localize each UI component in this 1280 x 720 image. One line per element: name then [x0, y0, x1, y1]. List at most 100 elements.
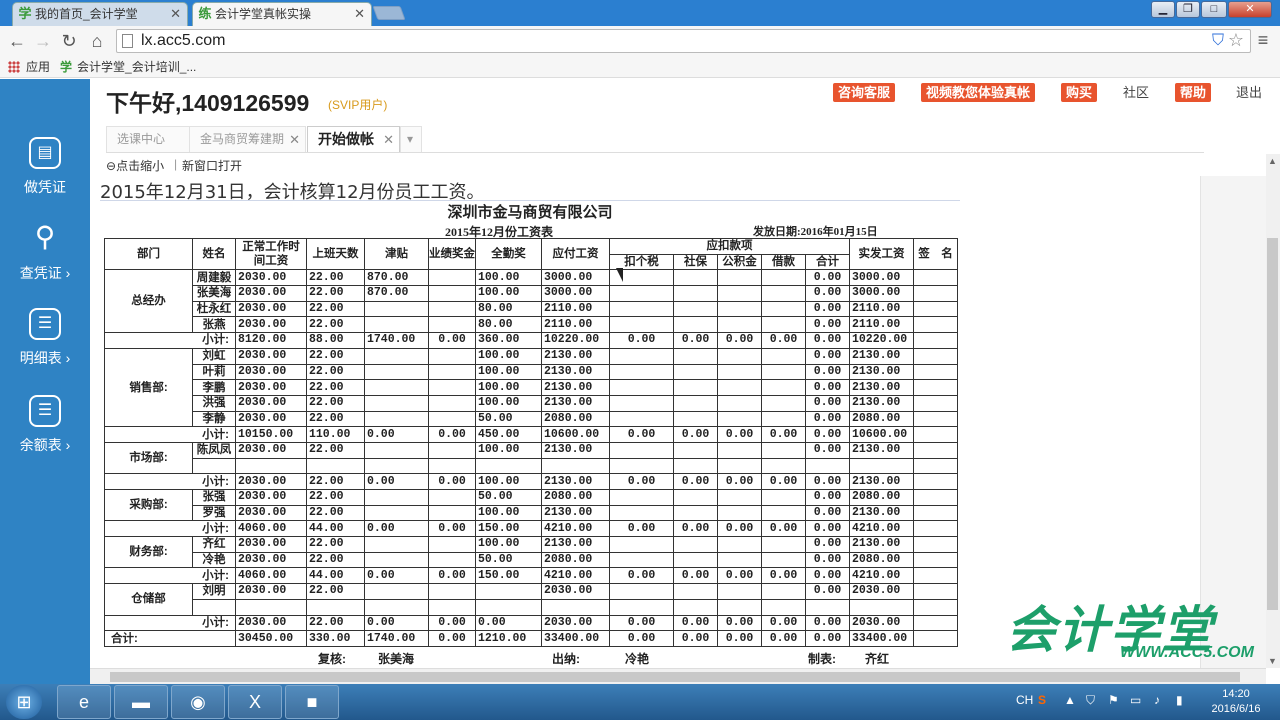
star-icon[interactable]: ☆	[1228, 30, 1244, 51]
dept-cell: 采购部:	[104, 488, 193, 522]
cell-payable: 10600.00	[541, 426, 610, 443]
cell-allowance: 0.00	[364, 567, 429, 585]
subtotal-row: 小计: 2030.00 22.00 0.00 0.00 100.00 2130.00 0.00…	[104, 473, 958, 490]
browser-tab-practice[interactable]: 练 会计学堂真帐实操 ✕	[192, 2, 372, 26]
cell-base: 2030.00	[235, 473, 307, 490]
volume-icon[interactable]: ♪	[1154, 693, 1160, 707]
video-guide-button[interactable]: 视频教您体验真帐	[921, 83, 1036, 102]
scroll-down-icon[interactable]: ▼	[1268, 656, 1277, 666]
cell-actual: 2110.00	[849, 300, 914, 318]
shield-icon[interactable]: ⛉	[1212, 32, 1224, 50]
new-tab-button[interactable]	[372, 6, 406, 20]
network-icon[interactable]: ▭	[1130, 693, 1141, 707]
cell-tax	[609, 457, 674, 475]
cell-total: 0.00	[805, 583, 850, 600]
cell-payable: 33400.00	[541, 630, 610, 647]
camera-icon[interactable]: ■	[285, 685, 339, 719]
table-row: 财务部: 齐红 2030.00 22.00 100.00 2130.00 0.00 2130.…	[104, 536, 958, 569]
system-clock[interactable]: 14:20 2016/6/16	[1200, 687, 1272, 717]
cell-social	[673, 363, 718, 381]
cell-attend: 360.00	[475, 332, 542, 349]
sidebar-item-detail-ledger[interactable]: ☰ 明细表 ›	[0, 308, 90, 388]
bookmark-apps[interactable]: 应用	[8, 57, 50, 77]
cell-total: 0.00	[805, 551, 850, 569]
tray-expand-icon[interactable]: ▲	[1064, 693, 1076, 707]
cell-base: 2030.00	[235, 269, 307, 287]
cell-perf	[428, 394, 476, 412]
tab-course-center[interactable]: 选课中心	[106, 126, 190, 153]
cell-actual: 2030.00	[849, 583, 914, 600]
start-button[interactable]: ⊞	[6, 685, 42, 719]
cell-payable: 3000.00	[541, 269, 610, 287]
help-button[interactable]: 帮助	[1175, 83, 1212, 102]
cell-days: 22.00	[306, 269, 365, 287]
cell-loan	[761, 347, 806, 365]
cell-social	[673, 457, 718, 475]
window-close-button[interactable]: ✕	[1228, 1, 1272, 18]
tab-start-bookkeeping[interactable]: 开始做帐 ✕	[307, 126, 400, 153]
subtotal-label: 小计:	[104, 520, 236, 538]
cell-fund	[717, 379, 762, 396]
scrollbar-thumb[interactable]	[1267, 238, 1278, 610]
cell-social	[673, 441, 718, 459]
ie-icon[interactable]: e	[57, 685, 111, 719]
cell-days: 22.00	[306, 473, 365, 490]
close-icon[interactable]: ✕	[170, 3, 181, 25]
close-icon[interactable]: ✕	[289, 127, 300, 152]
cell-perf	[428, 363, 476, 381]
scrollbar-thumb[interactable]	[110, 672, 1240, 682]
customer-service-button[interactable]: 咨询客服	[833, 83, 896, 102]
maximize-button[interactable]: □	[1201, 1, 1227, 18]
community-link[interactable]: 社区	[1123, 83, 1149, 102]
logout-link[interactable]: 退出	[1236, 83, 1262, 102]
forward-icon[interactable]: →	[32, 30, 54, 52]
cell-payable: 4210.00	[541, 567, 610, 585]
cell-days: 44.00	[306, 520, 365, 538]
signal-icon[interactable]: ▮	[1176, 693, 1183, 707]
cell-sign	[913, 285, 958, 302]
reload-icon[interactable]: ↻	[58, 30, 80, 52]
cell-allowance: 0.00	[364, 473, 429, 490]
cell-payable: 2030.00	[541, 614, 610, 632]
sidebar-item-balance-sheet[interactable]: ☰ 余额表 ›	[0, 395, 90, 475]
employee-name-cell: 张美海	[192, 285, 236, 302]
sidebar-item-search-voucher[interactable]: ⚲ 查凭证 ›	[0, 223, 90, 303]
bookmark-acc5[interactable]: 学会计学堂_会计培训_...	[60, 57, 196, 77]
home-icon[interactable]: ⌂	[86, 30, 108, 52]
sidebar-item-make-voucher[interactable]: ▤ 做凭证	[0, 137, 90, 217]
cell-attend	[475, 598, 542, 616]
url-bar[interactable]: lx.acc5.com ⛉ ☆	[116, 29, 1251, 53]
tab-preparation-period[interactable]: 金马商贸筹建期 ✕	[189, 126, 306, 153]
excel-icon[interactable]: X	[228, 685, 282, 719]
cell-total: 0.00	[805, 473, 850, 490]
folder-icon[interactable]: ▬	[114, 685, 168, 719]
chrome-icon[interactable]: ◉	[171, 685, 225, 719]
cell-attend: 100.00	[475, 504, 542, 522]
buy-button[interactable]: 购买	[1061, 83, 1098, 102]
horizontal-scrollbar[interactable]	[90, 668, 1266, 684]
cell-actual: 10220.00	[849, 332, 914, 349]
scroll-up-icon[interactable]: ▲	[1268, 156, 1277, 166]
cell-days: 22.00	[306, 614, 365, 632]
browser-tab-home[interactable]: 学 我的首页_会计学堂 ✕	[12, 2, 188, 26]
close-icon[interactable]: ✕	[354, 3, 365, 25]
cell-allowance: 870.00	[364, 269, 429, 287]
tab-dropdown[interactable]: ▾	[400, 126, 422, 153]
shrink-button[interactable]: ⊖点击缩小	[106, 157, 164, 174]
vertical-scrollbar[interactable]: ▲ ▼	[1266, 154, 1280, 668]
menu-icon[interactable]: ≡	[1254, 30, 1272, 50]
flag-icon[interactable]: ⚑	[1108, 693, 1119, 707]
new-window-button[interactable]: 新窗口打开	[182, 157, 242, 174]
language-indicator[interactable]: CH	[1016, 693, 1033, 707]
back-icon[interactable]: ←	[6, 30, 28, 52]
minimize-button[interactable]: ▁	[1151, 1, 1175, 18]
cell-fund	[717, 363, 762, 381]
cell-actual: 33400.00	[849, 630, 914, 647]
close-icon[interactable]: ✕	[383, 127, 394, 152]
shield-icon[interactable]: ⛉	[1086, 693, 1095, 708]
cell-attend: 100.00	[475, 285, 542, 302]
subtotal-label: 小计:	[104, 332, 236, 349]
input-method-icon[interactable]: S	[1038, 693, 1046, 707]
page-icon	[122, 34, 133, 48]
restore-button[interactable]: ❐	[1176, 1, 1200, 18]
